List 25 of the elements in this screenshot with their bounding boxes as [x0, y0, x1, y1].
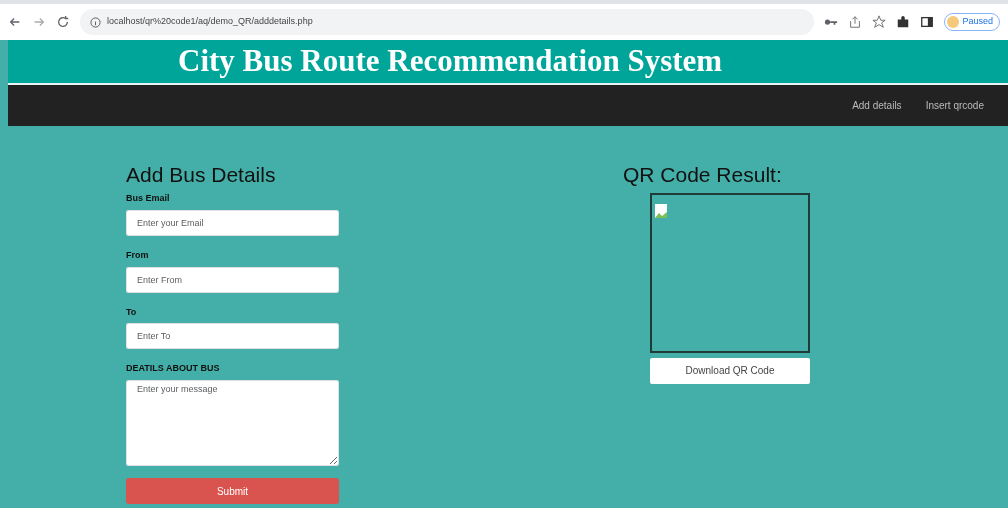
form-heading: Add Bus Details	[126, 162, 277, 188]
info-icon	[90, 16, 101, 28]
message-field[interactable]: Enter your message	[126, 379, 339, 466]
url-text: localhost/qr%20code1/aq/demo_QR/adddetails.php	[107, 15, 313, 29]
field-label: To	[126, 306, 138, 319]
back-icon[interactable]	[8, 15, 22, 29]
sidebar-icon[interactable]	[920, 15, 935, 29]
input-field[interactable]: Enter To	[126, 323, 339, 350]
avatar-icon	[947, 16, 960, 28]
nav-link[interactable]: Insert qrcode	[925, 98, 984, 113]
field-label: DEATILS ABOUT BUS	[126, 363, 221, 375]
star-icon[interactable]	[872, 15, 887, 29]
broken-image-icon	[655, 203, 667, 218]
nav-link[interactable]: Add details	[852, 98, 902, 113]
share-icon[interactable]	[848, 15, 863, 29]
input-field[interactable]: Enter your Email	[126, 209, 339, 236]
address-bar[interactable]: localhost/qr%20code1/aq/demo_QR/adddetails.php	[80, 9, 815, 35]
submit-button[interactable]: Submit	[126, 477, 339, 504]
field-label: Bus Email	[126, 193, 171, 205]
qr-heading: QR Code Result:	[623, 162, 783, 188]
input-field[interactable]: Enter From	[126, 266, 339, 293]
download-button[interactable]: Download QR Code	[650, 357, 810, 384]
field-label: From	[126, 249, 150, 262]
site-title: City Bus Route Recommendation System	[178, 42, 723, 81]
reload-icon[interactable]	[56, 15, 70, 29]
